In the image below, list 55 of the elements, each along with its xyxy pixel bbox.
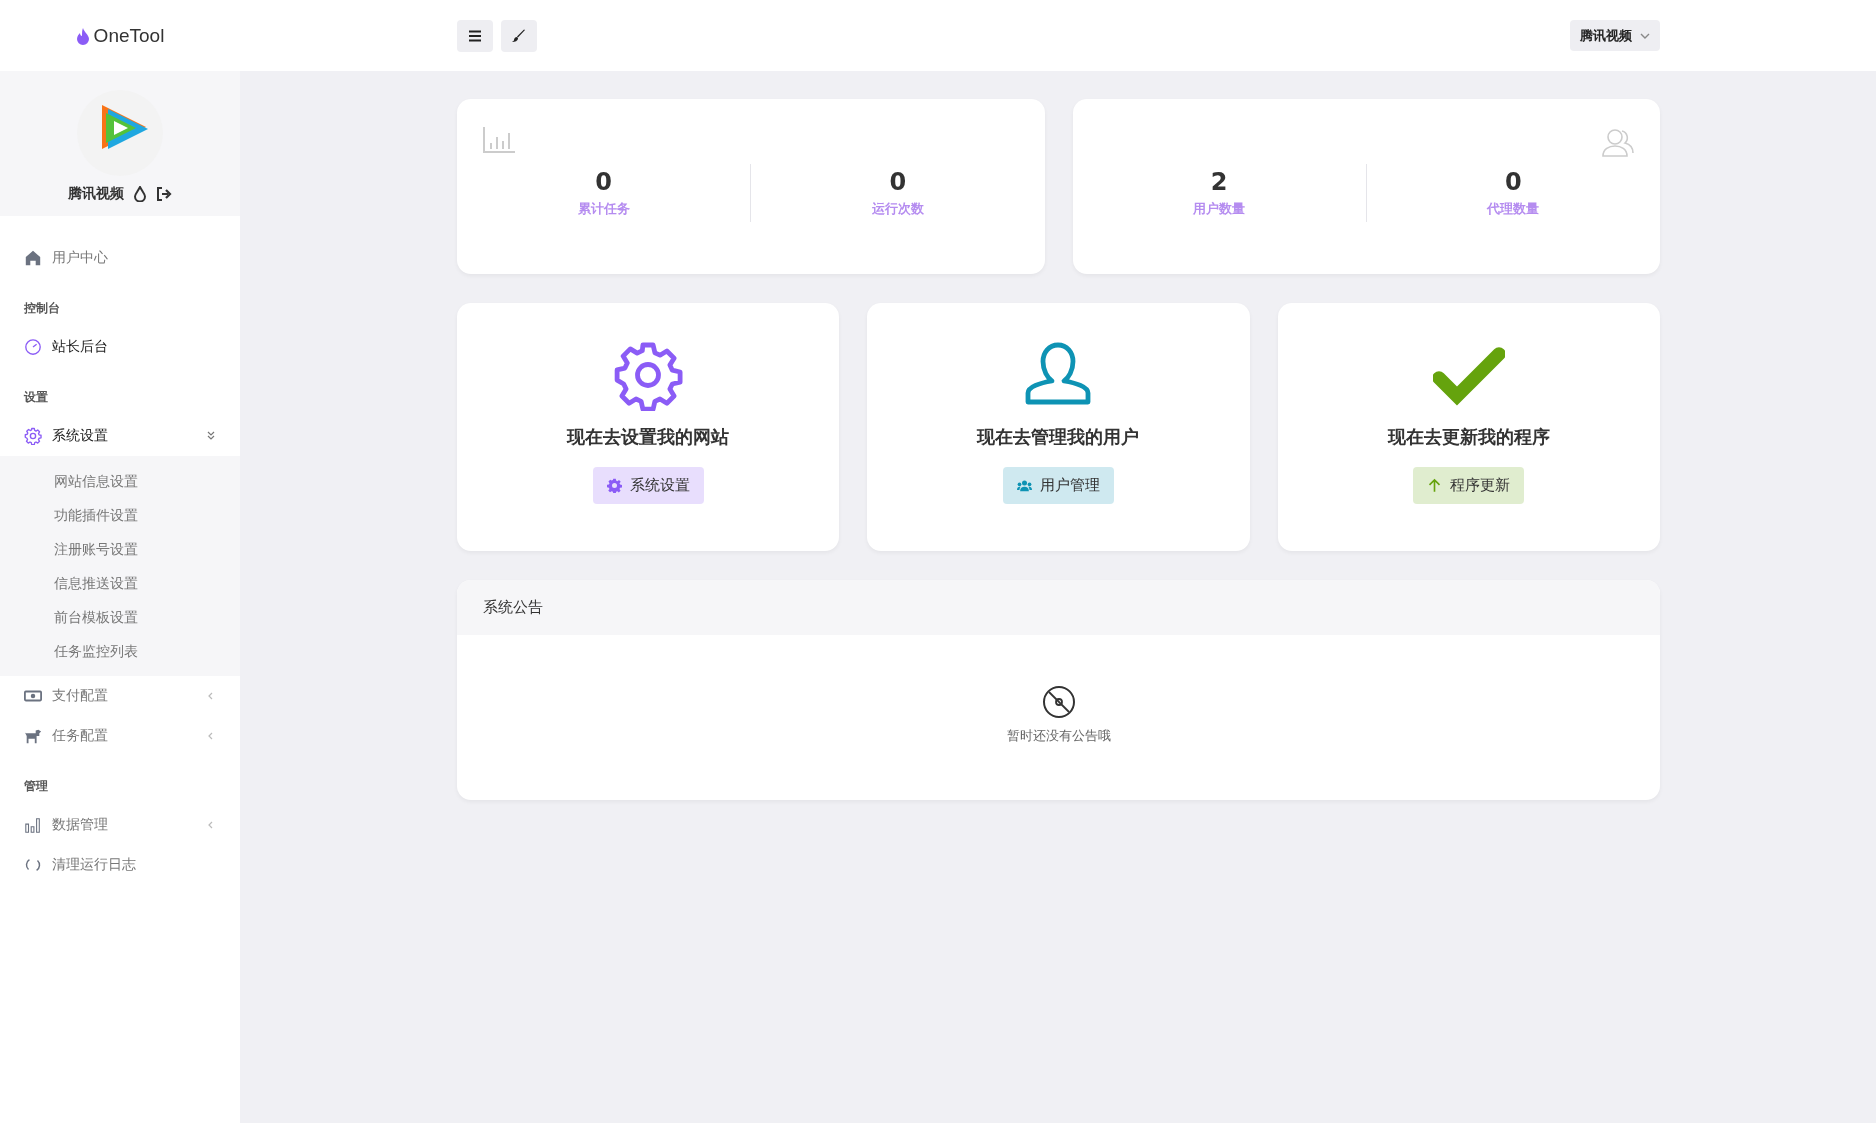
bar-chart-icon	[483, 127, 515, 153]
home-icon	[24, 249, 42, 267]
menu-item[interactable]: 数据管理	[0, 805, 240, 845]
card-title: 现在去设置我的网站	[567, 425, 730, 449]
submenu-item[interactable]: 网站信息设置	[0, 464, 240, 498]
menu-button[interactable]	[457, 19, 493, 52]
card-title: 现在去管理我的用户	[977, 425, 1140, 449]
profile-name: 腾讯视频	[68, 185, 124, 203]
brush-icon	[512, 28, 526, 43]
stat-value: 0	[594, 167, 613, 196]
brand-name: OneTool	[93, 24, 165, 47]
card-title: 系统公告	[483, 598, 543, 617]
submenu-item[interactable]: 功能插件设置	[0, 498, 240, 532]
menu-heading: 设置	[22, 389, 49, 406]
submenu-item[interactable]: 信息推送设置	[0, 566, 240, 600]
submenu-item[interactable]: 任务监控列表	[0, 634, 240, 668]
menu-item[interactable]: 系统设置	[0, 416, 240, 456]
stat-label: 用户数量	[1192, 199, 1247, 218]
menu-item[interactable]: 清理运行日志	[0, 845, 240, 885]
menu-heading: 控制台	[23, 300, 61, 317]
users-icon	[1017, 478, 1032, 493]
chevron-down-icon	[1640, 32, 1650, 39]
theme-button[interactable]	[501, 19, 537, 52]
menu-item[interactable]: 支付配置	[0, 676, 240, 716]
menu-heading: 管理	[23, 778, 49, 795]
stat-label: 累计任务	[576, 199, 631, 218]
menu-item[interactable]: 任务配置	[0, 716, 240, 756]
menu-icon	[468, 29, 482, 42]
drop-icon[interactable]	[134, 186, 146, 202]
stat-value: 0	[1504, 167, 1523, 196]
flame-logo-icon	[75, 26, 90, 45]
submenu-item[interactable]: 前台模板设置	[0, 600, 240, 634]
dog-icon	[24, 727, 42, 745]
shortcut-button[interactable]: 系统设置	[592, 467, 704, 504]
settings-icon	[606, 478, 622, 493]
stat-value: 2	[1209, 167, 1229, 196]
users-icon	[1602, 127, 1634, 157]
settings-icon	[24, 427, 42, 445]
speedometer-icon	[24, 338, 42, 356]
arrow-up-icon	[1427, 478, 1443, 493]
bar-chart-icon	[24, 816, 42, 834]
submenu-item[interactable]: 注册账号设置	[0, 532, 240, 566]
menu-item[interactable]: 用户中心	[0, 238, 240, 278]
stat-value: 0	[888, 167, 908, 196]
card-title: 现在去更新我的程序	[1387, 425, 1550, 449]
stat-label: 运行次数	[870, 199, 925, 218]
stat-label: 代理数量	[1485, 199, 1541, 218]
logout-icon[interactable]	[156, 187, 172, 201]
empty-message: 暂时还没有公告哦	[1006, 727, 1111, 745]
shortcut-button[interactable]: 用户管理	[1003, 467, 1114, 504]
site-dropdown[interactable]: 腾讯视频	[1570, 20, 1660, 51]
empty-disc-icon	[1041, 685, 1076, 719]
double-chevron-down-icon	[206, 431, 216, 441]
menu-item[interactable]: 站长后台	[0, 327, 240, 367]
shortcut-button[interactable]: 程序更新	[1413, 467, 1525, 504]
